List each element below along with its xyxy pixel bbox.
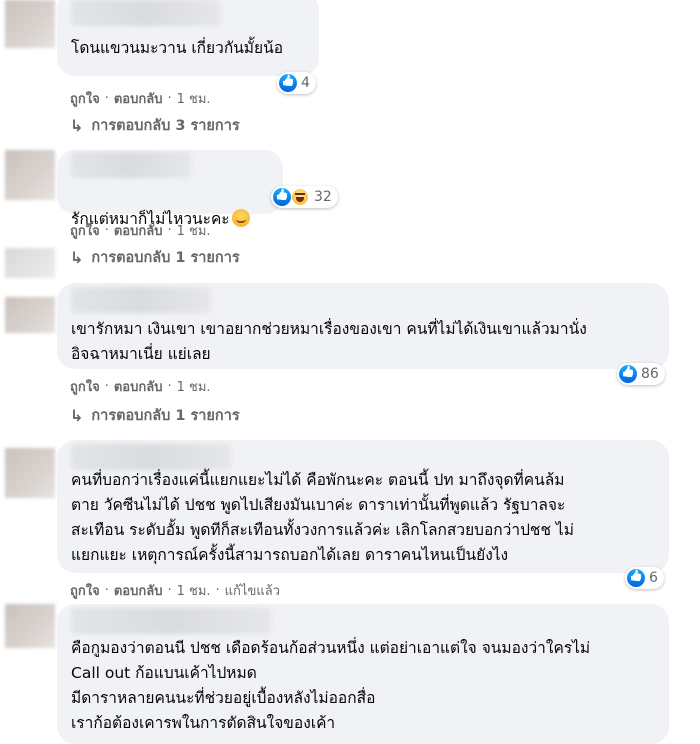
- author-name-blurred[interactable]: [71, 608, 271, 634]
- comment-text: เขารักหมา เงินเขา เขาอยากช่วยหมาเรื่องขอ…: [71, 320, 587, 363]
- timestamp[interactable]: 1 ชม.: [177, 220, 211, 241]
- replies-label: การตอบกลับ 1 รายการ: [91, 250, 240, 266]
- reaction-summary[interactable]: 32: [271, 186, 338, 208]
- separator: ·: [167, 583, 172, 598]
- reaction-count: 86: [641, 366, 659, 382]
- avatar[interactable]: [5, 448, 55, 498]
- like-button[interactable]: ถูกใจ: [70, 580, 100, 601]
- view-replies-button[interactable]: ↳ การตอบกลับ 1 รายการ: [70, 246, 240, 269]
- edited-label[interactable]: แก้ไขแล้ว: [225, 580, 280, 601]
- separator: ·: [104, 91, 109, 106]
- avatar[interactable]: [5, 248, 55, 278]
- reaction-summary[interactable]: 4: [277, 72, 316, 94]
- comment-actions: ถูกใจ · ตอบกลับ · 1 ชม.: [70, 88, 211, 109]
- avatar[interactable]: [5, 604, 55, 648]
- like-reaction-icon: [273, 188, 291, 206]
- reply-button[interactable]: ตอบกลับ: [114, 88, 163, 109]
- author-name-blurred[interactable]: [71, 444, 231, 470]
- reply-button[interactable]: ตอบกลับ: [114, 580, 163, 601]
- reaction-count: 4: [301, 75, 310, 91]
- author-name-blurred[interactable]: [71, 152, 191, 178]
- like-button[interactable]: ถูกใจ: [70, 220, 100, 241]
- reply-button[interactable]: ตอบกลับ: [114, 220, 163, 241]
- separator: ·: [104, 583, 109, 598]
- comment-bubble: คือกูมองว่าตอนนี ปชช เดือดร้อนก้อส่วนหนึ…: [57, 604, 669, 744]
- timestamp[interactable]: 1 ชม.: [177, 376, 211, 397]
- author-name-blurred[interactable]: [71, 0, 221, 26]
- author-name-blurred[interactable]: [71, 287, 211, 313]
- avatar[interactable]: [5, 0, 55, 48]
- reaction-summary[interactable]: 86: [617, 363, 665, 385]
- separator: ·: [104, 379, 109, 394]
- separator: ·: [167, 379, 172, 394]
- comment-bubble: รักแต่หมาก็ไม่ไหวนะคะ: [57, 150, 283, 228]
- reaction-count: 6: [649, 570, 658, 586]
- comment-actions: ถูกใจ · ตอบกลับ · 1 ชม.: [70, 376, 211, 397]
- replies-label: การตอบกลับ 3 รายการ: [91, 118, 240, 134]
- reply-button[interactable]: ตอบกลับ: [114, 376, 163, 397]
- separator: ·: [104, 223, 109, 238]
- separator: ·: [215, 583, 220, 598]
- separator: ·: [167, 223, 172, 238]
- comment-actions: ถูกใจ · ตอบกลับ · 1 ชม.: [70, 220, 211, 241]
- view-replies-button[interactable]: ↳ การตอบกลับ 1 รายการ: [70, 404, 240, 427]
- hug-emoji-icon: [231, 209, 250, 227]
- like-reaction-icon: [627, 569, 645, 587]
- comment-text: คือกูมองว่าตอนนี ปชช เดือดร้อนก้อส่วนหนึ…: [71, 639, 591, 732]
- comment-text: โดนแขวนมะวาน เกี่ยวกันมั้ยน้อ: [71, 39, 283, 57]
- comment-bubble: คนที่บอกว่าเรื่องแค่นี้แยกแยะไม่ได้ คือพ…: [57, 440, 669, 573]
- replies-label: การตอบกลับ 1 รายการ: [91, 408, 240, 424]
- reply-arrow-icon: ↳: [70, 116, 84, 135]
- comment-bubble: โดนแขวนมะวาน เกี่ยวกันมั้ยน้อ: [57, 0, 319, 76]
- reply-arrow-icon: ↳: [70, 406, 84, 425]
- avatar[interactable]: [5, 297, 55, 333]
- view-replies-button[interactable]: ↳ การตอบกลับ 3 รายการ: [70, 114, 240, 137]
- like-reaction-icon: [279, 74, 297, 92]
- like-reaction-icon: [619, 365, 637, 383]
- reaction-count: 32: [314, 189, 332, 205]
- haha-reaction-icon: [291, 188, 309, 206]
- comment-actions: ถูกใจ · ตอบกลับ · 1 ชม. · แก้ไขแล้ว: [70, 580, 280, 601]
- reply-arrow-icon: ↳: [70, 248, 84, 267]
- like-button[interactable]: ถูกใจ: [70, 88, 100, 109]
- timestamp[interactable]: 1 ชม.: [177, 580, 211, 601]
- separator: ·: [167, 91, 172, 106]
- timestamp[interactable]: 1 ชม.: [177, 88, 211, 109]
- comment-bubble: เขารักหมา เงินเขา เขาอยากช่วยหมาเรื่องขอ…: [57, 283, 669, 369]
- avatar[interactable]: [5, 150, 55, 200]
- reaction-summary[interactable]: 6: [625, 567, 664, 589]
- like-button[interactable]: ถูกใจ: [70, 376, 100, 397]
- comment-text: คนที่บอกว่าเรื่องแค่นี้แยกแยะไม่ได้ คือพ…: [71, 471, 574, 564]
